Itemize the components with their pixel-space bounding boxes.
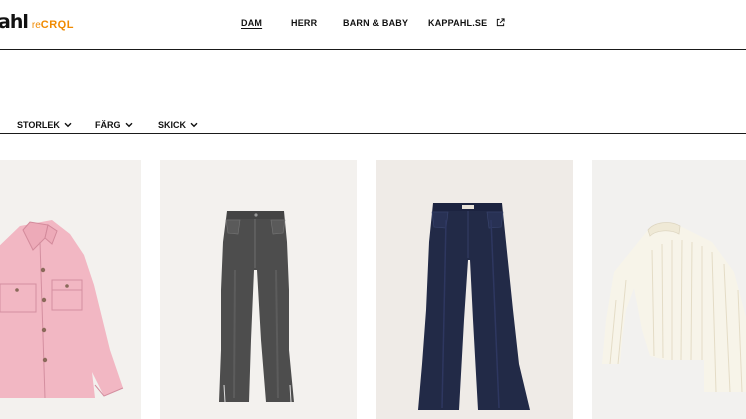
- nav-item-herr[interactable]: HERR: [291, 18, 317, 28]
- product-card[interactable]: [160, 160, 357, 419]
- external-link-icon: [496, 18, 505, 27]
- chevron-down-icon: [190, 122, 198, 128]
- nav-item-kappahl[interactable]: KAPPAHL.SE: [428, 18, 505, 28]
- filter-skick[interactable]: SKICK: [158, 120, 198, 130]
- product-image-navy-wide-leg-jeans: [418, 203, 530, 410]
- nav-item-barn-baby[interactable]: BARN & BABY: [343, 18, 408, 28]
- chevron-down-icon: [64, 122, 72, 128]
- filter-storlek[interactable]: STORLEK: [17, 120, 72, 130]
- product-image-grey-flared-jeans: [219, 211, 294, 403]
- product-image-pink-shirt-jacket: [0, 220, 124, 399]
- filter-farg[interactable]: FÄRG: [95, 120, 133, 130]
- product-card[interactable]: [376, 160, 573, 419]
- chevron-down-icon: [125, 122, 132, 128]
- nav-item-dam[interactable]: DAM: [241, 18, 262, 28]
- filter-storlek-label: STORLEK: [17, 120, 60, 130]
- product-card[interactable]: [0, 160, 141, 419]
- nav-item-kappahl-label: KAPPAHL.SE: [428, 18, 488, 28]
- filter-farg-label: FÄRG: [95, 120, 121, 130]
- filter-skick-label: SKICK: [158, 120, 187, 130]
- product-card[interactable]: [592, 160, 746, 419]
- main-nav: DAM HERR BARN & BABY KAPPAHL.SE: [0, 18, 746, 32]
- site-header: ahl re CRQL DAM HERR BARN & BABY KAPPAHL.…: [0, 0, 746, 50]
- product-image-cream-rib-sweater: [602, 222, 746, 393]
- filter-bar: STORLEK FÄRG SKICK: [0, 118, 746, 134]
